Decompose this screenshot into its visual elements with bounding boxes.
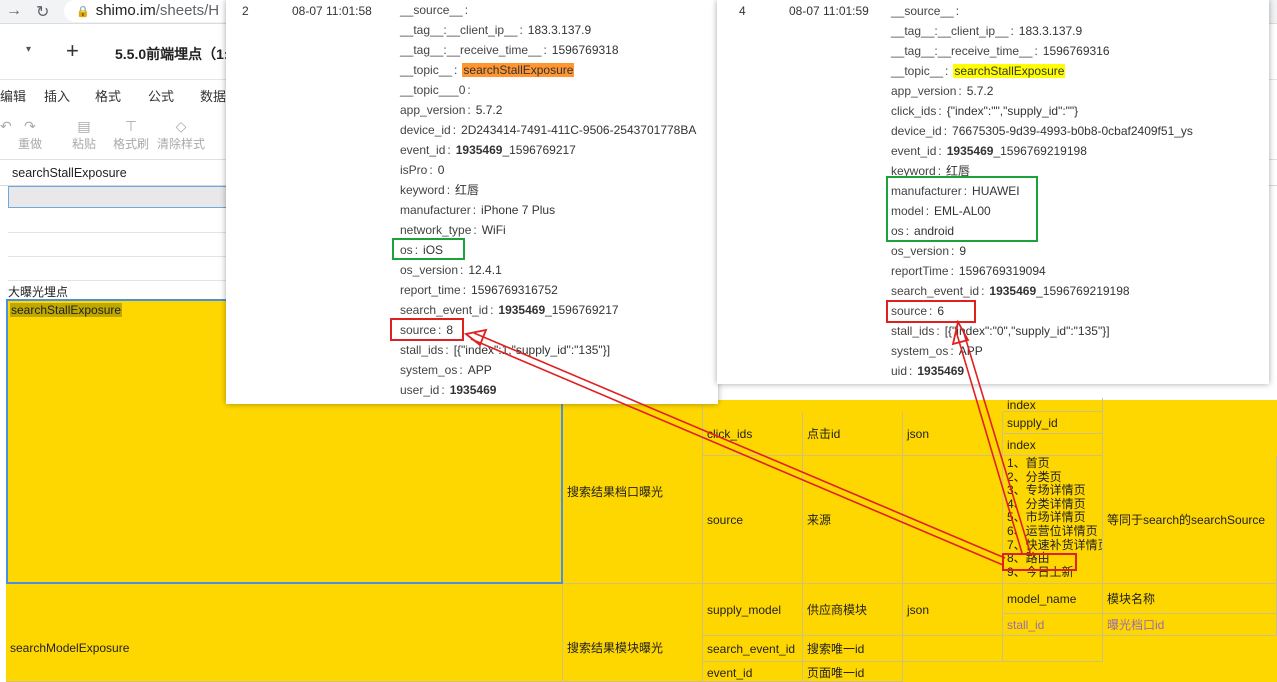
arrow-line bbox=[470, 338, 1004, 566]
arrow-line bbox=[962, 329, 1031, 553]
arrowhead bbox=[463, 328, 488, 347]
annotation-arrows bbox=[463, 319, 1031, 566]
arrowhead bbox=[951, 319, 970, 346]
arrow-line bbox=[955, 330, 1023, 554]
arrow-line bbox=[473, 332, 1006, 559]
